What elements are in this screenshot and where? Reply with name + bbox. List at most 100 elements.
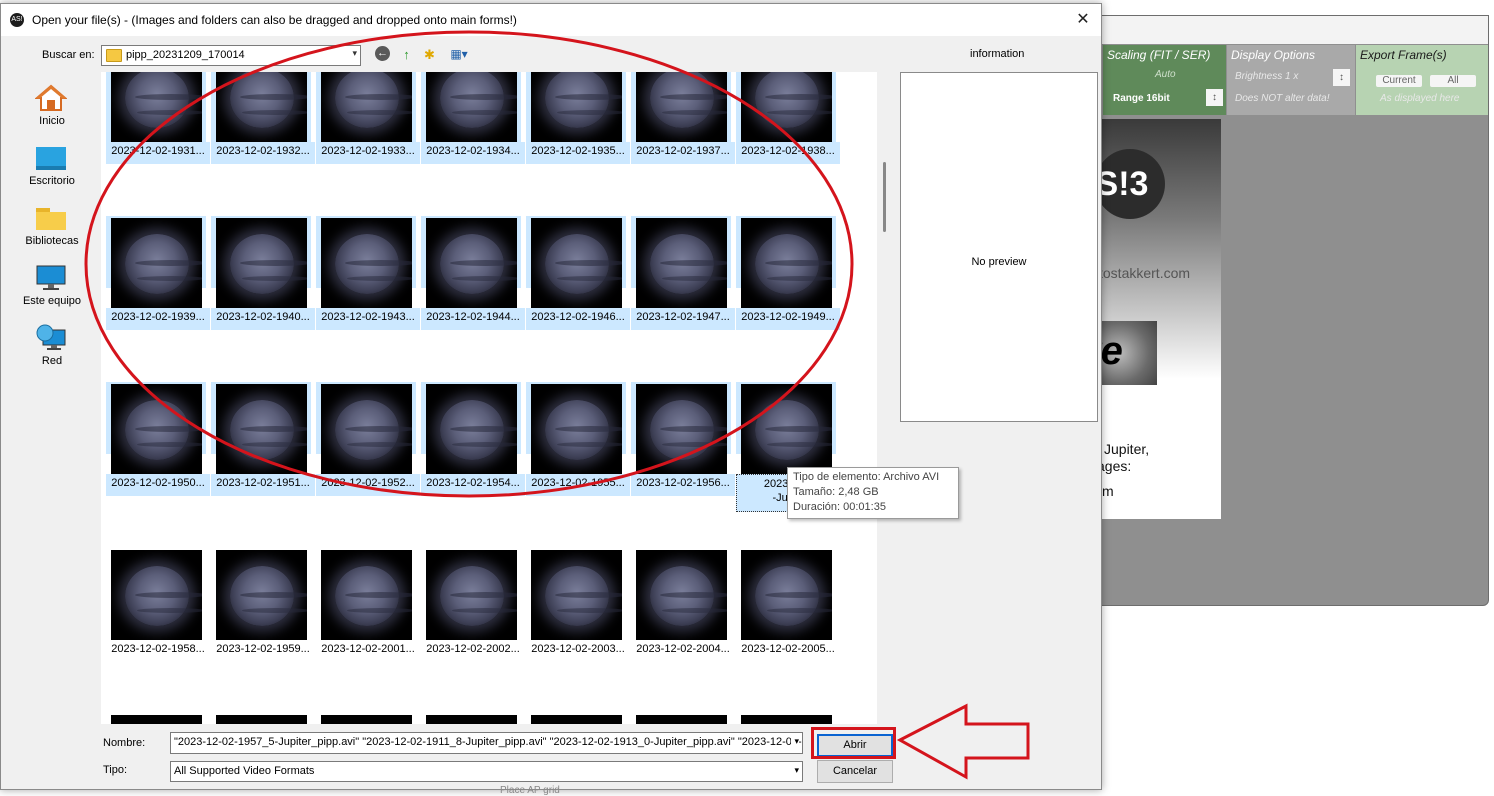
file-label-box[interactable]: 2023-12-02-1934... [421,142,525,164]
file-label-box[interactable]: 2023-12-02-1955... [526,474,630,496]
view-menu-icon[interactable]: ▦▾ [445,46,473,63]
file-name-label: 2023-12-02-1934... [426,145,520,157]
jupiter-band [347,608,412,613]
open-button[interactable]: Abrir [817,734,893,757]
back-icon[interactable]: ← [375,46,390,61]
description-line-1: Jupiter, [1104,441,1150,457]
display-options-title: Display Options [1231,48,1316,62]
file-thumbnail[interactable] [421,72,521,144]
file-label-box[interactable]: 2023-12-02-1943... [316,308,420,330]
place-bibliotecas[interactable]: Bibliotecas [9,198,95,254]
file-label-box[interactable]: 2023-12-02-2001... [316,640,420,662]
file-thumbnail-partial[interactable] [531,715,622,724]
file-thumbnail[interactable] [631,72,731,144]
file-label-box[interactable]: 2023-12-02-1938... [736,142,840,164]
file-label-box[interactable]: 2023-12-02-1939... [106,308,210,330]
file-thumbnail-partial[interactable] [426,715,517,724]
file-thumbnail[interactable] [316,72,416,144]
filename-field[interactable]: "2023-12-02-1957_5-Jupiter_pipp.avi" "20… [170,732,803,754]
file-thumbnail[interactable] [106,548,206,640]
file-thumbnail[interactable] [211,548,311,640]
file-thumbnail[interactable] [211,72,311,144]
file-label-box[interactable]: 2023-12-02-1932... [211,142,315,164]
file-thumbnail[interactable] [421,548,521,640]
file-label-box[interactable]: 2023-12-02-1950... [106,474,210,496]
file-label-box[interactable]: 2023-12-02-1951... [211,474,315,496]
jupiter-thumbnail-image [426,72,517,142]
tooltip-size: Tamaño: 2,48 GB [793,486,879,498]
network-icon [35,324,67,352]
brightness-toggle-box[interactable]: ↕ [1333,69,1350,86]
file-label-box[interactable]: 2023-12-02-2002... [421,640,525,662]
file-thumbnail[interactable] [211,382,311,474]
file-thumbnail[interactable] [631,548,731,640]
file-label-box[interactable]: 2023-12-02-1959... [211,640,315,662]
file-thumbnail[interactable] [316,382,416,474]
file-label-box[interactable]: 2023-12-02-1958... [106,640,210,662]
file-thumbnail[interactable] [631,216,731,308]
file-thumbnail[interactable] [421,382,521,474]
export-current-button[interactable]: Current [1376,75,1422,87]
file-thumbnail[interactable] [106,72,206,144]
file-thumbnail[interactable] [316,548,416,640]
file-label-box[interactable]: 2023-12-02-1935... [526,142,630,164]
jupiter-band [347,442,412,447]
file-thumbnail-partial[interactable] [321,715,412,724]
file-thumbnail[interactable] [526,216,626,308]
jupiter-thumbnail-image [216,218,307,308]
file-thumbnail-partial[interactable] [216,715,307,724]
file-thumbnail[interactable] [631,382,731,474]
place-escritorio[interactable]: Escritorio [9,138,95,194]
chevron-down-icon[interactable]: ▾ [352,48,357,59]
file-label-box[interactable]: 2023-12-02-1946... [526,308,630,330]
filename-value: "2023-12-02-1957_5-Jupiter_pipp.avi" "20… [174,736,802,748]
place-este-equipo[interactable]: Este equipo [9,258,95,314]
file-label-box[interactable]: 2023-12-02-1952... [316,474,420,496]
file-thumbnail[interactable] [421,216,521,308]
file-thumbnail[interactable] [211,216,311,308]
new-folder-icon[interactable]: ✱ [421,46,438,63]
file-label-box[interactable]: 2023-12-02-2003... [526,640,630,662]
file-thumbnail[interactable] [106,216,206,308]
scaling-panel: Scaling (FIT / SER) Auto Range 16bit ↕ [1103,45,1226,115]
filetype-select[interactable]: All Supported Video Formats ▾ [170,761,803,782]
file-label-box[interactable]: 2023-12-02-1947... [631,308,735,330]
file-thumbnail[interactable] [526,548,626,640]
file-thumbnail-partial[interactable] [636,715,727,724]
file-label-box[interactable]: 2023-12-02-1954... [421,474,525,496]
place-inicio[interactable]: Inicio [9,78,95,134]
file-label-box[interactable]: 2023-12-02-1940... [211,308,315,330]
file-thumbnail[interactable] [316,216,416,308]
file-thumbnail[interactable] [106,382,206,474]
file-thumbnail[interactable] [736,548,836,640]
file-label-box[interactable]: 2023-12-02-2004... [631,640,735,662]
chevron-down-icon[interactable]: ▾ [791,736,799,747]
file-label-box[interactable]: 2023-12-02-1931... [106,142,210,164]
chevron-down-icon[interactable]: ▾ [794,765,799,776]
file-list-pane[interactable]: 2023-12-02-1931... 2023-12-02-1932... 2023… [101,72,877,724]
file-thumbnail[interactable] [736,216,836,308]
scaling-toggle-box[interactable]: ↕ [1206,89,1223,106]
cancel-button[interactable]: Cancelar [817,760,893,783]
up-folder-icon[interactable]: ↑ [398,46,415,63]
file-thumbnail[interactable] [526,72,626,144]
place-red[interactable]: Red [9,318,95,374]
look-in-combobox[interactable]: pipp_20231209_170014 ▾ [101,45,361,66]
jupiter-thumbnail-image [111,550,202,640]
file-label-box[interactable]: 2023-12-02-1949... [736,308,840,330]
file-label-box[interactable]: 2023-12-02-1933... [316,142,420,164]
auto-checkbox[interactable]: Auto [1155,69,1176,80]
jupiter-band [345,426,412,432]
export-all-button[interactable]: All [1430,75,1476,87]
file-label-box[interactable]: 2023-12-02-2005... [736,640,840,662]
file-thumbnail[interactable] [526,382,626,474]
file-label-box[interactable]: 2023-12-02-1944... [421,308,525,330]
file-thumbnail[interactable] [736,72,836,144]
close-button[interactable]: ✕ [1065,4,1101,36]
file-label-box[interactable]: 2023-12-02-1956... [631,474,735,496]
file-thumbnail-partial[interactable] [111,715,202,724]
file-thumbnail-partial[interactable] [741,715,832,724]
file-list-scrollbar[interactable] [883,162,886,232]
file-label-box[interactable]: 2023-12-02-1937... [631,142,735,164]
file-thumbnail[interactable] [736,382,836,474]
